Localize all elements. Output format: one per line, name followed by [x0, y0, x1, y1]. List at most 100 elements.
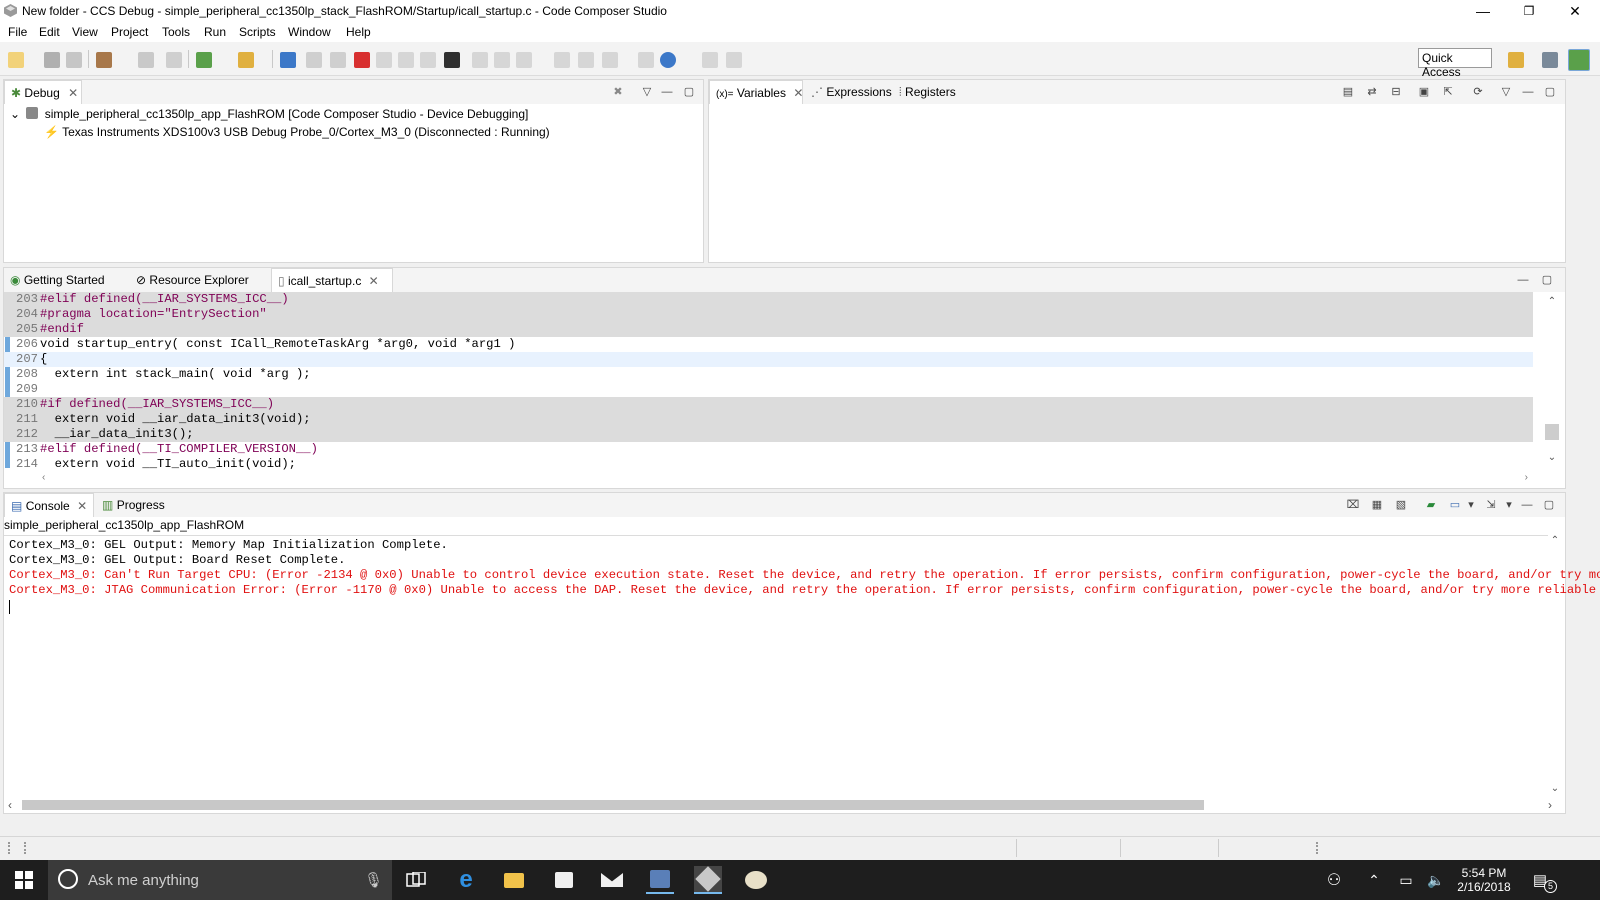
scrollbar-thumb[interactable] — [1545, 424, 1559, 440]
people-icon[interactable]: ⚇ — [1320, 866, 1348, 894]
debug-session-node[interactable]: ⌄ simple_peripheral_cc1350lp_app_FlashRO… — [10, 107, 528, 121]
new-icon[interactable] — [8, 52, 24, 68]
mail-icon[interactable] — [598, 866, 626, 894]
export-icon[interactable]: ⇱ — [1441, 85, 1455, 99]
memory-grid-icon[interactable] — [444, 52, 460, 68]
taskbar-search-box[interactable]: Ask me anything 🎙 — [48, 860, 392, 900]
scroll-up-icon[interactable]: ⌃ — [1547, 535, 1563, 546]
minimize-button[interactable]: — — [1460, 0, 1506, 22]
tab-icall-startup[interactable]: ▯ icall_startup.c ✕ — [271, 268, 393, 292]
virtualbox-icon[interactable] — [694, 866, 722, 894]
ccs-taskbar-icon[interactable] — [646, 866, 674, 894]
view-menu-icon[interactable]: ▽ — [640, 85, 654, 99]
menu-edit[interactable]: Edit — [39, 25, 60, 39]
debug-icon[interactable] — [196, 52, 212, 68]
view-menu-icon[interactable]: ▽ — [1499, 85, 1513, 99]
cc-edit-perspective-icon[interactable] — [1542, 52, 1558, 68]
task-view-icon[interactable] — [402, 866, 430, 894]
quick-access-input[interactable]: Quick Access — [1418, 48, 1492, 79]
microphone-icon[interactable]: 🎙 — [364, 871, 383, 889]
minimize-view-icon[interactable]: — — [1520, 498, 1534, 512]
tab-getting-started[interactable]: ◉ Getting Started — [4, 268, 111, 292]
save-all-icon[interactable] — [66, 52, 82, 68]
new-icon[interactable]: ▣ — [1417, 85, 1431, 99]
breakpoint-icon[interactable] — [554, 52, 570, 68]
file-explorer-icon[interactable] — [500, 866, 528, 894]
skip-breakpoints-icon[interactable] — [578, 52, 594, 68]
menu-window[interactable]: Window — [288, 25, 331, 39]
hardware-breakpoint-icon[interactable] — [602, 52, 618, 68]
pin-console-icon[interactable]: ▰ — [1424, 498, 1438, 512]
search-icon[interactable] — [138, 52, 154, 68]
tab-expressions[interactable]: ⋰ Expressions — [805, 80, 898, 104]
close-tab-icon[interactable]: ✕ — [793, 86, 803, 100]
console-vertical-scrollbar[interactable]: ⌃ ⌄ — [1547, 535, 1563, 797]
action-center-icon[interactable]: ▤ 5 — [1526, 866, 1557, 894]
edge-browser-icon[interactable]: e — [452, 866, 480, 894]
flash-icon[interactable] — [238, 52, 254, 68]
restart-icon[interactable] — [516, 52, 532, 68]
code-editor[interactable]: 203 #elif defined(__IAR_SYSTEMS_ICC__) 20… — [4, 292, 1565, 472]
maximize-button[interactable]: ❐ — [1506, 0, 1552, 22]
step-return-icon[interactable] — [420, 52, 436, 68]
scroll-left-icon[interactable]: ‹ — [42, 472, 45, 483]
tab-progress[interactable]: ▥ Progress — [96, 493, 171, 517]
collapse-all-icon[interactable]: ⊟ — [1389, 85, 1403, 99]
connect-target-icon[interactable] — [280, 52, 296, 68]
display-console-icon[interactable]: ▭ — [1448, 498, 1462, 512]
console-output[interactable]: Cortex_M3_0: GEL Output: Memory Map Init… — [4, 535, 1600, 797]
menu-project[interactable]: Project — [111, 25, 148, 39]
console-horizontal-scrollbar[interactable]: ‹ › — [4, 797, 1565, 813]
network-icon[interactable]: ▭ — [1392, 866, 1420, 894]
refresh-icon[interactable] — [638, 52, 654, 68]
minimize-view-icon[interactable]: — — [1516, 273, 1530, 287]
tab-debug[interactable]: ✱ Debug ✕ — [4, 80, 82, 104]
scroll-down-icon[interactable]: ⌄ — [1545, 452, 1559, 464]
new-console-icon[interactable]: ⇲ — [1484, 498, 1498, 512]
back-icon[interactable] — [702, 52, 718, 68]
menu-run[interactable]: Run — [204, 25, 226, 39]
word-wrap-icon[interactable]: ▧ — [1394, 498, 1408, 512]
debug-target-node[interactable]: ⚡ Texas Instruments XDS100v3 USB Debug P… — [44, 125, 550, 139]
store-icon[interactable] — [550, 866, 578, 894]
forward-icon[interactable] — [726, 52, 742, 68]
editor-horizontal-scrollbar[interactable]: ‹ › — [40, 472, 1530, 486]
menu-scripts[interactable]: Scripts — [239, 25, 276, 39]
scroll-down-icon[interactable]: ⌄ — [1547, 783, 1563, 794]
chevron-down-icon[interactable]: ▾ — [1464, 498, 1478, 512]
step-over-icon[interactable] — [398, 52, 414, 68]
open-console-icon[interactable] — [166, 52, 182, 68]
menu-tools[interactable]: Tools — [162, 25, 190, 39]
globe-icon[interactable] — [660, 52, 676, 68]
save-icon[interactable] — [44, 52, 60, 68]
scroll-up-icon[interactable]: ⌃ — [1545, 296, 1559, 308]
terminate-icon[interactable] — [354, 52, 370, 68]
menu-help[interactable]: Help — [346, 25, 371, 39]
chevron-down-icon[interactable]: ⌄ — [10, 107, 20, 121]
refresh-icon[interactable]: ⟳ — [1471, 85, 1485, 99]
scroll-right-icon[interactable]: › — [1548, 798, 1552, 812]
minimize-view-icon[interactable]: — — [660, 85, 674, 99]
suspend-icon[interactable] — [330, 52, 346, 68]
resume-icon[interactable] — [306, 52, 322, 68]
clear-console-icon[interactable]: ⌧ — [1346, 498, 1360, 512]
scrollbar-thumb[interactable] — [22, 800, 1204, 810]
close-tab-icon[interactable]: ✕ — [369, 274, 379, 288]
chevron-up-icon[interactable]: ⌃ — [1360, 866, 1388, 894]
menu-view[interactable]: View — [72, 25, 98, 39]
reset-icon[interactable] — [494, 52, 510, 68]
debug-perspective-icon[interactable] — [1568, 49, 1590, 71]
close-tab-icon[interactable]: ✕ — [68, 86, 78, 100]
open-perspective-icon[interactable] — [1508, 52, 1524, 68]
windows-start-icon[interactable] — [10, 866, 38, 894]
menu-file[interactable]: File — [8, 25, 27, 39]
step-into-icon[interactable] — [376, 52, 392, 68]
tab-variables[interactable]: (x)= Variables ✕ — [709, 80, 803, 104]
minimize-view-icon[interactable]: — — [1521, 85, 1535, 99]
close-tab-icon[interactable]: ✕ — [77, 499, 87, 513]
chevron-down-icon[interactable]: ▾ — [1502, 498, 1516, 512]
build-icon[interactable] — [96, 52, 112, 68]
maximize-view-icon[interactable]: ▢ — [1543, 85, 1557, 99]
maximize-view-icon[interactable]: ▢ — [1540, 273, 1554, 287]
scroll-left-icon[interactable]: ‹ — [8, 798, 12, 812]
